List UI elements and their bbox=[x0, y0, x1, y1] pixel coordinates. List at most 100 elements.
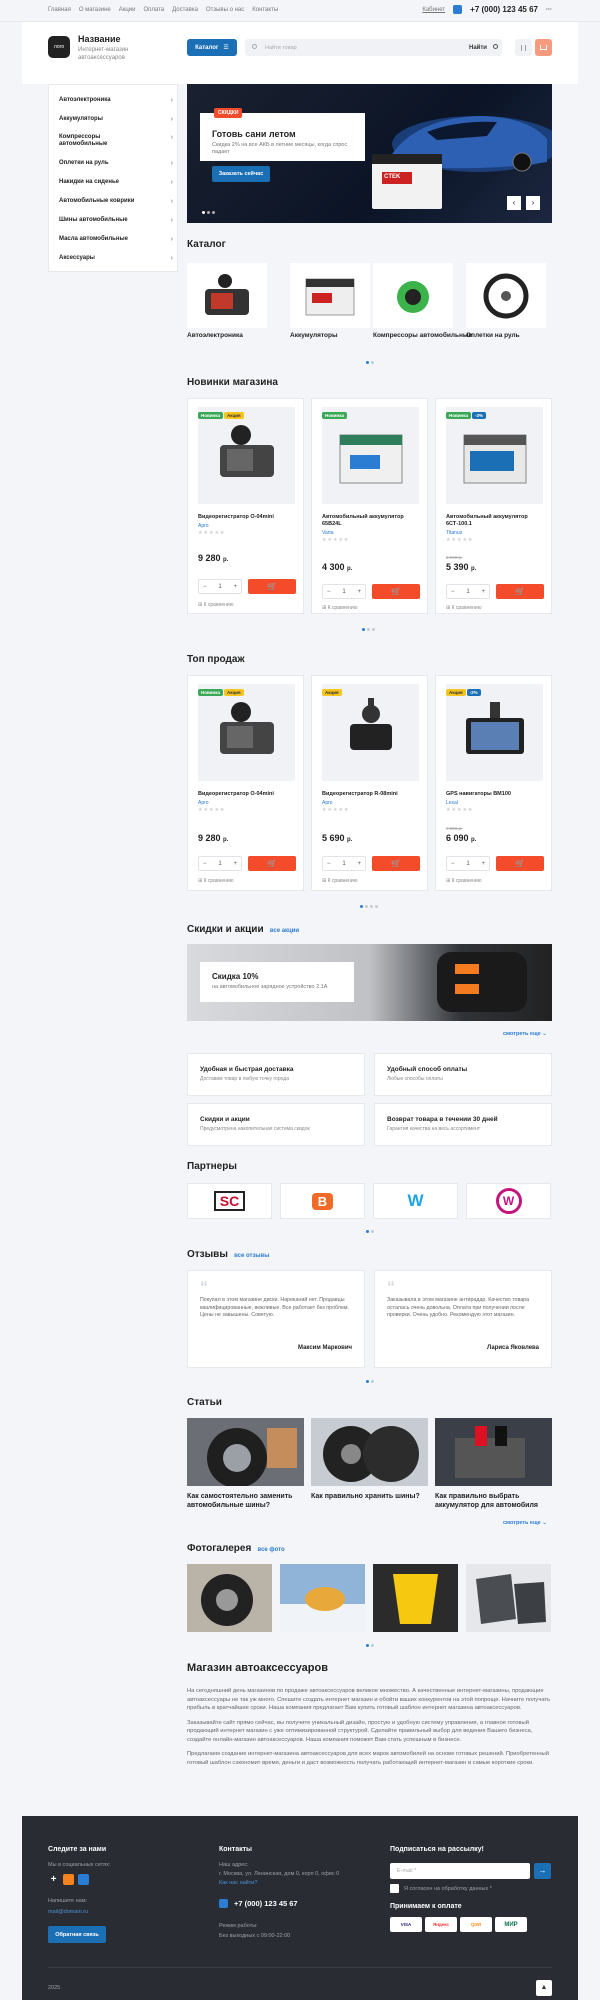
article-title[interactable]: Как правильно выбрать аккумулятор для ав… bbox=[435, 1492, 552, 1510]
article-title[interactable]: Как самостоятельно заменить автомобильны… bbox=[187, 1492, 304, 1510]
minus-icon[interactable]: − bbox=[451, 589, 455, 595]
quantity-value[interactable]: 1 bbox=[218, 861, 221, 867]
plus-icon[interactable]: + bbox=[481, 861, 485, 867]
dot[interactable] bbox=[360, 905, 363, 908]
dot[interactable] bbox=[375, 905, 378, 908]
footer-map-link[interactable]: Как нас найти? bbox=[219, 1879, 257, 1887]
minus-icon[interactable]: − bbox=[327, 861, 331, 867]
footer-phone-row[interactable]: +7 (000) 123 45 67 bbox=[219, 1899, 298, 1908]
product-brand[interactable]: Lexal bbox=[446, 800, 458, 806]
plus-icon[interactable]: + bbox=[481, 589, 485, 595]
dot[interactable] bbox=[372, 628, 375, 631]
sidebar-item-mats[interactable]: Автомобильные коврики › bbox=[59, 198, 173, 205]
product-name[interactable]: Видеорегистратор O-04mini bbox=[198, 514, 295, 521]
partner-logo-sc[interactable]: SC bbox=[187, 1183, 272, 1219]
product-card[interactable]: Новинка -3% Автомобильный аккумулятор 6СТ… bbox=[435, 398, 552, 614]
partner-logo-w-blue[interactable]: W bbox=[373, 1183, 458, 1219]
product-brand[interactable]: Apro bbox=[322, 800, 333, 806]
telegram-icon[interactable] bbox=[219, 1899, 228, 1908]
sidebar-item-compressors[interactable]: Компрессоры автомобильные › bbox=[59, 134, 173, 148]
product-name[interactable]: Видеорегистратор R-08mini bbox=[322, 791, 419, 798]
gallery-photo-mats-dark[interactable] bbox=[466, 1564, 551, 1632]
nav-reviews[interactable]: Отзывы о нас bbox=[206, 7, 244, 13]
gallery-photo-tire[interactable] bbox=[187, 1564, 272, 1632]
header-phone[interactable]: +7 (000) 123 45 67 bbox=[470, 5, 538, 14]
scroll-top-button[interactable]: ▲ bbox=[536, 1980, 552, 1996]
find-button[interactable]: Найти bbox=[469, 44, 498, 51]
product-card[interactable]: Акция -2% GPS навигаторы BM100 Lexal ★★★★… bbox=[435, 675, 552, 891]
minus-icon[interactable]: − bbox=[327, 589, 331, 595]
plus-icon[interactable]: + bbox=[357, 589, 361, 595]
dot[interactable] bbox=[370, 905, 373, 908]
gallery-photo-mats-yellow[interactable] bbox=[373, 1564, 458, 1632]
add-to-cart-button[interactable]: 🛒 bbox=[248, 579, 296, 594]
add-to-cart-button[interactable]: 🛒 bbox=[496, 584, 544, 599]
cabinet-link[interactable]: Кабинет bbox=[422, 7, 445, 13]
banner-next-button[interactable]: › bbox=[526, 196, 540, 210]
sidebar-item-oils[interactable]: Масла автомобильные › bbox=[59, 236, 173, 243]
dot[interactable] bbox=[366, 361, 369, 364]
quantity-stepper[interactable]: − 1 + bbox=[446, 856, 490, 871]
quantity-value[interactable]: 1 bbox=[342, 861, 345, 867]
google-icon[interactable]: + bbox=[48, 1874, 59, 1885]
article-image-tire-change[interactable] bbox=[187, 1418, 304, 1486]
all-promos-link[interactable]: все акции bbox=[270, 928, 299, 934]
plus-icon[interactable]: + bbox=[233, 861, 237, 867]
quantity-stepper[interactable]: − 1 + bbox=[446, 584, 490, 599]
article-title[interactable]: Как правильно хранить шины? bbox=[311, 1492, 428, 1501]
articles-more-link[interactable]: смотреть еще ⌄ bbox=[503, 1520, 547, 1526]
product-card[interactable]: Новинка Автомобильный аккумулятор 65B24L… bbox=[311, 398, 428, 614]
add-to-cart-button[interactable]: 🛒 bbox=[248, 856, 296, 871]
product-card[interactable]: Новинка Акция Видеорегистратор O-04mini A… bbox=[187, 675, 304, 891]
nav-sales[interactable]: Акции bbox=[119, 7, 136, 13]
partner-logo-w-pink[interactable]: W bbox=[466, 1183, 551, 1219]
subscribe-submit-button[interactable]: → bbox=[534, 1863, 551, 1879]
compare-link[interactable]: ⊞ К сравнению bbox=[322, 605, 357, 611]
quantity-stepper[interactable]: − 1 + bbox=[198, 579, 242, 594]
vk-icon[interactable] bbox=[78, 1874, 89, 1885]
compare-link[interactable]: ⊞ К сравнению bbox=[322, 878, 357, 884]
dot[interactable] bbox=[367, 628, 370, 631]
add-to-cart-button[interactable]: 🛒 bbox=[496, 856, 544, 871]
sidebar-item-electronics[interactable]: Автоэлектроника › bbox=[59, 97, 173, 104]
product-name[interactable]: Видеорегистратор O-04mini bbox=[198, 791, 295, 798]
plus-icon[interactable]: + bbox=[357, 861, 361, 867]
promo-more-link[interactable]: смотреть еще ⌄ bbox=[503, 1031, 547, 1037]
product-card[interactable]: Акция Видеорегистратор R-08mini Apro ★★★… bbox=[311, 675, 428, 891]
compare-link[interactable]: ⊞ К сравнению bbox=[446, 605, 481, 611]
all-photos-link[interactable]: все фото bbox=[258, 1547, 285, 1553]
quantity-value[interactable]: 1 bbox=[342, 589, 345, 595]
footer-phone[interactable]: +7 (000) 123 45 67 bbox=[234, 1899, 298, 1908]
quantity-value[interactable]: 1 bbox=[466, 861, 469, 867]
quantity-stepper[interactable]: − 1 + bbox=[198, 856, 242, 871]
nav-contacts[interactable]: Контакты bbox=[252, 7, 278, 13]
compare-link[interactable]: ⊞ К сравнению bbox=[446, 878, 481, 884]
dot[interactable] bbox=[371, 1230, 374, 1233]
minus-icon[interactable]: − bbox=[203, 861, 207, 867]
dot[interactable] bbox=[362, 628, 365, 631]
telegram-icon[interactable] bbox=[453, 5, 463, 14]
dot[interactable] bbox=[371, 1644, 374, 1647]
product-name[interactable]: GPS навигаторы BM100 bbox=[446, 791, 543, 798]
product-brand[interactable]: Apro bbox=[198, 523, 209, 529]
add-to-cart-button[interactable]: 🛒 bbox=[372, 856, 420, 871]
dot[interactable] bbox=[212, 211, 215, 214]
article-image-battery-choice[interactable] bbox=[435, 1418, 552, 1486]
all-reviews-link[interactable]: все отзывы bbox=[234, 1253, 269, 1259]
minus-icon[interactable]: − bbox=[451, 861, 455, 867]
nav-delivery[interactable]: Доставка bbox=[172, 7, 198, 13]
product-brand[interactable]: Apro bbox=[198, 800, 209, 806]
sidebar-item-batteries[interactable]: Аккумуляторы › bbox=[59, 116, 173, 123]
product-brand[interactable]: Titanus bbox=[446, 530, 462, 536]
catalog-button[interactable]: Каталог ☰ bbox=[187, 39, 237, 56]
dot[interactable] bbox=[365, 905, 368, 908]
quantity-stepper[interactable]: − 1 + bbox=[322, 856, 366, 871]
sidebar-item-tires[interactable]: Шины автомобильные › bbox=[59, 217, 173, 224]
sidebar-item-accessories[interactable]: Аксессуары › bbox=[59, 255, 173, 262]
logo[interactable]: лого bbox=[48, 36, 70, 58]
odnoklassniki-icon[interactable] bbox=[63, 1874, 74, 1885]
add-to-cart-button[interactable]: 🛒 bbox=[372, 584, 420, 599]
gallery-photo-snow[interactable] bbox=[280, 1564, 365, 1632]
dot[interactable] bbox=[371, 361, 374, 364]
banner-order-button[interactable]: Заказать сейчас bbox=[212, 166, 270, 182]
